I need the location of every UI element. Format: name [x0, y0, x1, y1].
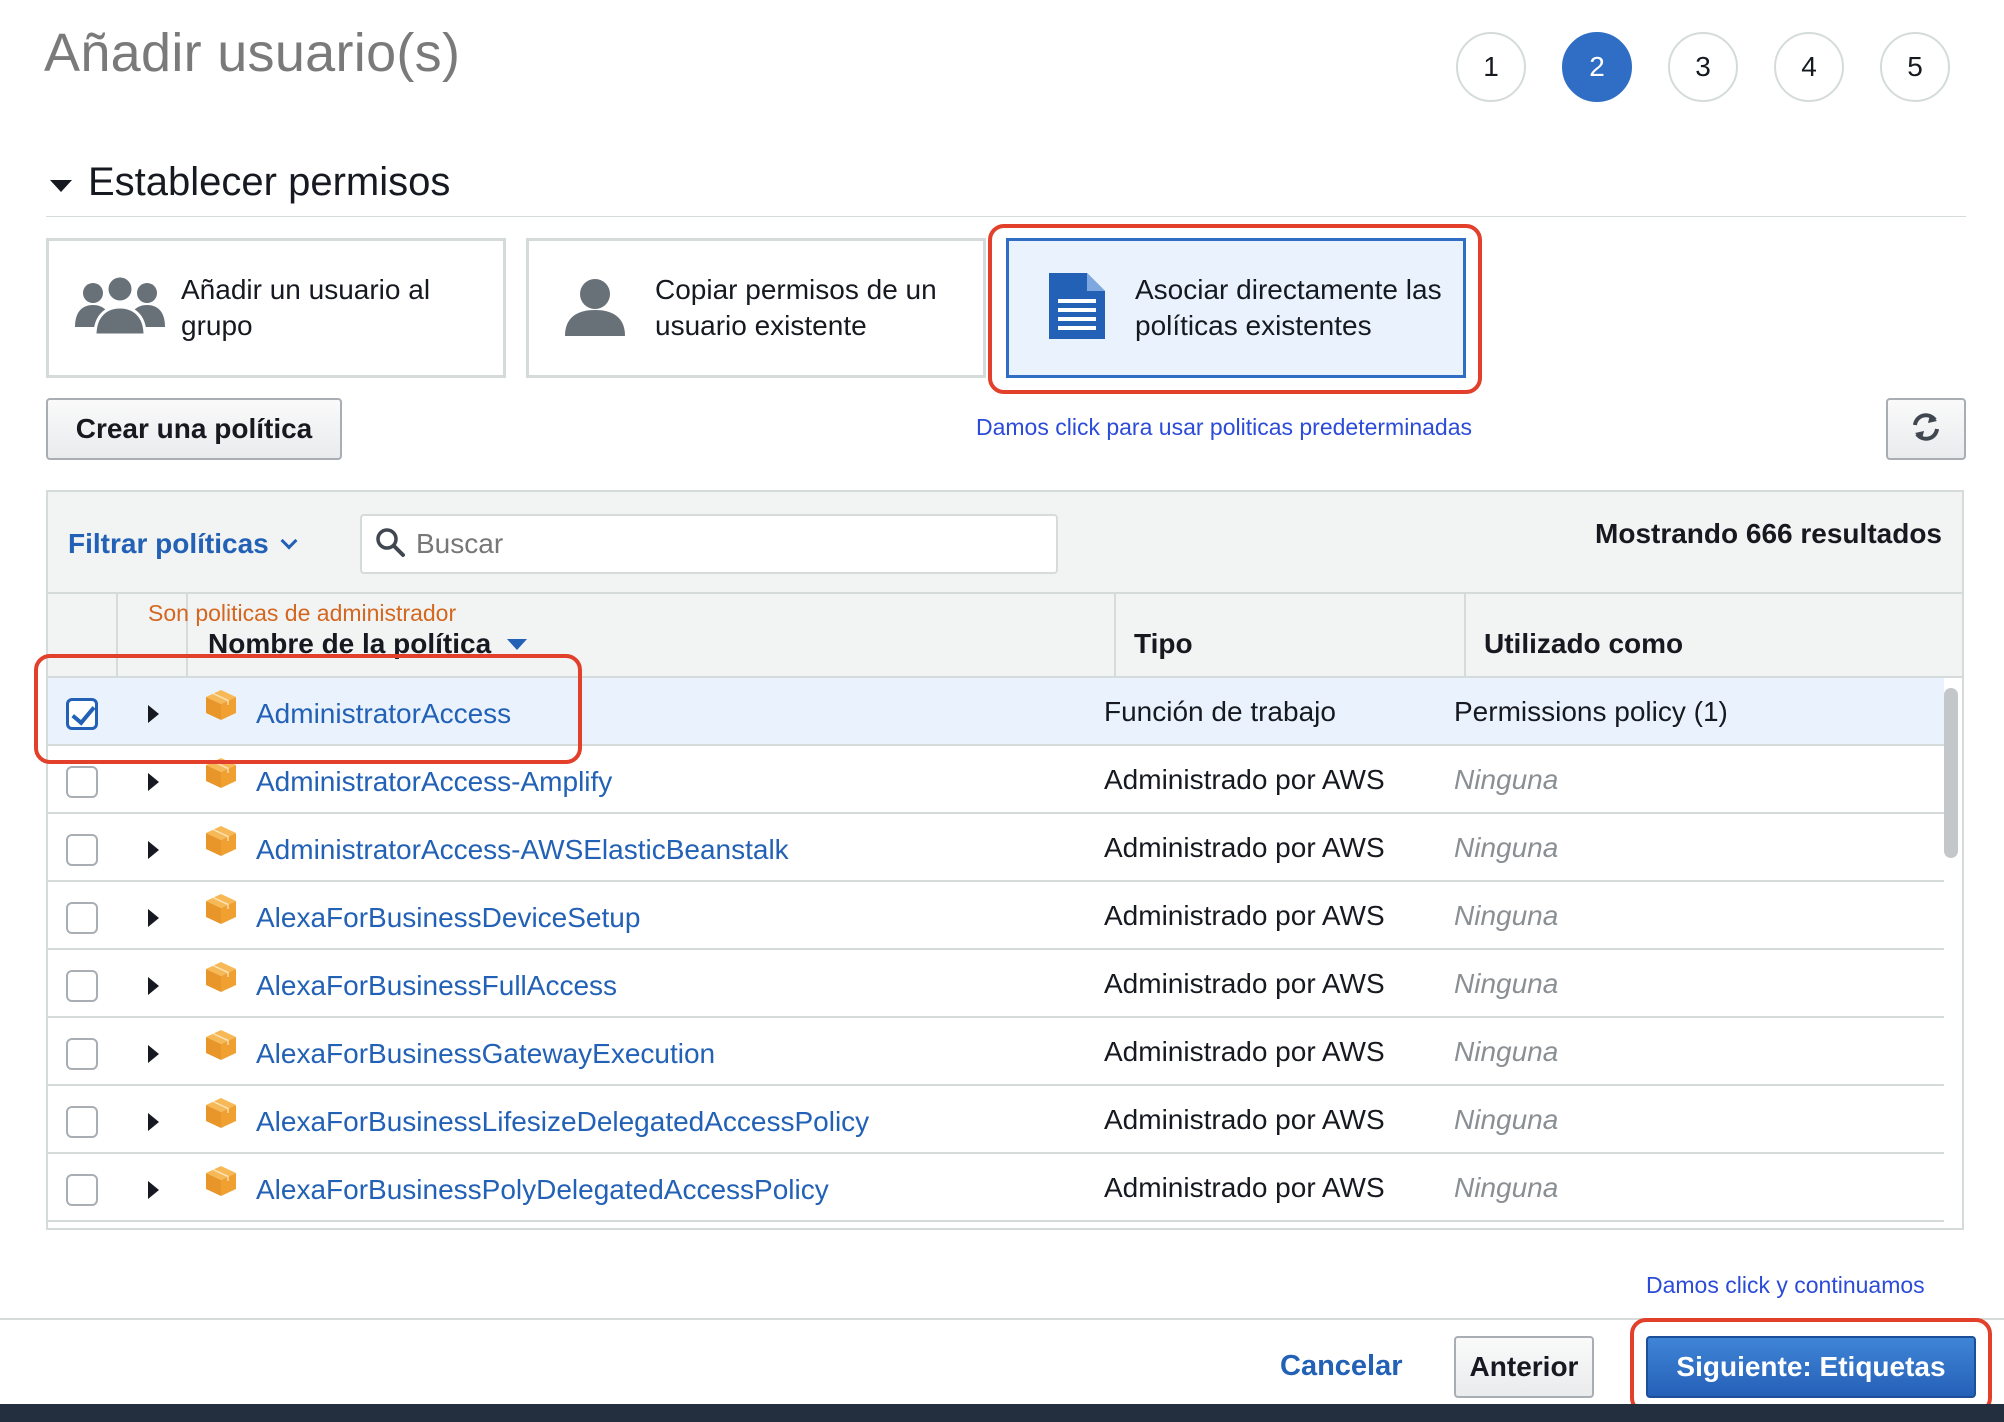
- policy-name-link[interactable]: AlexaForBusinessDeviceSetup: [256, 902, 640, 934]
- expand-arrow-icon[interactable]: [148, 1181, 159, 1199]
- create-policy-button[interactable]: Crear una política: [46, 398, 342, 460]
- option-add-to-group[interactable]: Añadir un usuario al grupo: [46, 238, 506, 378]
- policy-name-link[interactable]: AdministratorAccess-AWSElasticBeanstalk: [256, 834, 789, 866]
- row-checkbox[interactable]: [66, 902, 98, 934]
- policy-type: Administrado por AWS: [1104, 968, 1385, 999]
- policy-box-icon: [204, 1096, 238, 1135]
- row-checkbox[interactable]: [66, 1038, 98, 1070]
- expand-arrow-icon[interactable]: [148, 977, 159, 995]
- table-row[interactable]: AlexaForBusinessLifesizeDelegatedAccessP…: [48, 1086, 1944, 1154]
- chevron-down-icon: [280, 532, 298, 550]
- policy-used-as: Ninguna: [1454, 1172, 1559, 1203]
- highlight-annotation: [988, 224, 1482, 394]
- policy-used-as: Ninguna: [1454, 1036, 1559, 1067]
- refresh-icon: [1910, 411, 1942, 448]
- cancel-link[interactable]: Cancelar: [1280, 1350, 1403, 1383]
- annotation-click-continue: Damos click y continuamos: [1646, 1272, 1925, 1298]
- section-divider: [46, 216, 1966, 217]
- caret-down-icon: [50, 179, 72, 192]
- policy-used-as: Ninguna: [1454, 968, 1559, 999]
- expand-arrow-icon[interactable]: [148, 1045, 159, 1063]
- highlight-annotation: [34, 654, 582, 764]
- policy-name-link[interactable]: AdministratorAccess-Amplify: [256, 766, 612, 798]
- expand-arrow-icon[interactable]: [148, 1113, 159, 1131]
- policy-used-as: Permissions policy (1): [1454, 696, 1728, 727]
- search-icon: [374, 526, 406, 563]
- scrollbar[interactable]: [1944, 688, 1958, 858]
- page-title: Añadir usuario(s): [44, 23, 461, 83]
- option-label: Copiar permisos de un usuario existente: [655, 274, 937, 341]
- policy-type: Administrado por AWS: [1104, 832, 1385, 863]
- section-title: Establecer permisos: [88, 160, 451, 204]
- previous-button[interactable]: Anterior: [1454, 1336, 1594, 1398]
- policy-name-link[interactable]: AlexaForBusinessGatewayExecution: [256, 1038, 715, 1070]
- policy-type: Administrado por AWS: [1104, 764, 1385, 795]
- table-row[interactable]: AdministratorAccess-AWSElasticBeanstalk A…: [48, 814, 1944, 882]
- column-header-type[interactable]: Tipo: [1134, 628, 1193, 660]
- policy-box-icon: [204, 1164, 238, 1203]
- policy-name-link[interactable]: AlexaForBusinessFullAccess: [256, 970, 617, 1002]
- step-5[interactable]: 5: [1880, 32, 1950, 102]
- column-header-used-as[interactable]: Utilizado como: [1484, 628, 1683, 660]
- policy-name-link[interactable]: AlexaForBusinessLifesizeDelegatedAccessP…: [256, 1106, 869, 1138]
- console-footer-strip: [0, 1404, 2004, 1422]
- refresh-button[interactable]: [1886, 398, 1966, 460]
- policy-used-as: Ninguna: [1454, 900, 1559, 931]
- policy-used-as: Ninguna: [1454, 1104, 1559, 1135]
- search-input[interactable]: [416, 528, 1036, 560]
- group-icon: [73, 271, 167, 346]
- policy-box-icon: [204, 824, 238, 863]
- row-checkbox[interactable]: [66, 834, 98, 866]
- expand-arrow-icon[interactable]: [148, 909, 159, 927]
- policy-used-as: Ninguna: [1454, 764, 1559, 795]
- policy-name-link[interactable]: AlexaForBusinessPolyDelegatedAccessPolic…: [256, 1174, 829, 1206]
- step-4[interactable]: 4: [1774, 32, 1844, 102]
- column-divider: [1464, 594, 1466, 678]
- results-count: Mostrando 666 resultados: [1595, 518, 1942, 549]
- expand-arrow-icon[interactable]: [148, 841, 159, 859]
- highlight-annotation: [1630, 1318, 1992, 1414]
- column-divider: [1114, 594, 1116, 678]
- policy-type: Administrado por AWS: [1104, 900, 1385, 931]
- option-copy-permissions[interactable]: Copiar permisos de un usuario existente: [526, 238, 986, 378]
- table-row[interactable]: AlexaForBusinessGatewayExecution Administ…: [48, 1018, 1944, 1086]
- user-icon: [563, 274, 627, 343]
- permissions-section-toggle[interactable]: Establecer permisos: [50, 160, 450, 205]
- policy-type: Función de trabajo: [1104, 696, 1336, 727]
- row-checkbox[interactable]: [66, 970, 98, 1002]
- row-checkbox[interactable]: [66, 1174, 98, 1206]
- row-checkbox[interactable]: [66, 1106, 98, 1138]
- search-field[interactable]: [360, 514, 1058, 574]
- filter-policies-dropdown[interactable]: Filtrar políticas: [68, 528, 298, 560]
- policy-type: Administrado por AWS: [1104, 1104, 1385, 1135]
- expand-arrow-icon[interactable]: [148, 773, 159, 791]
- policy-box-icon: [204, 960, 238, 999]
- step-2[interactable]: 2: [1562, 32, 1632, 102]
- policy-used-as: Ninguna: [1454, 832, 1559, 863]
- wizard-steps: 1 2 3 4 5: [1456, 32, 1950, 102]
- step-3[interactable]: 3: [1668, 32, 1738, 102]
- table-row[interactable]: AlexaForBusinessDeviceSetup Administrado …: [48, 882, 1944, 950]
- filter-bar: Filtrar políticas Mostrando 666 resultad…: [48, 492, 1962, 594]
- policy-box-icon: [204, 1028, 238, 1067]
- policy-type: Administrado por AWS: [1104, 1172, 1385, 1203]
- annotation-admin-policies: Son politicas de administrador: [148, 600, 457, 626]
- option-label: Añadir un usuario al grupo: [181, 274, 431, 341]
- table-row[interactable]: AlexaForBusinessFullAccess Administrado p…: [48, 950, 1944, 1018]
- policy-box-icon: [204, 892, 238, 931]
- annotation-use-default-policies: Damos click para usar politicas predeter…: [976, 414, 1472, 440]
- step-1[interactable]: 1: [1456, 32, 1526, 102]
- table-row[interactable]: AlexaForBusinessPolyDelegatedAccessPolic…: [48, 1154, 1944, 1222]
- row-checkbox[interactable]: [66, 766, 98, 798]
- policy-type: Administrado por AWS: [1104, 1036, 1385, 1067]
- sort-descending-icon: [507, 638, 528, 650]
